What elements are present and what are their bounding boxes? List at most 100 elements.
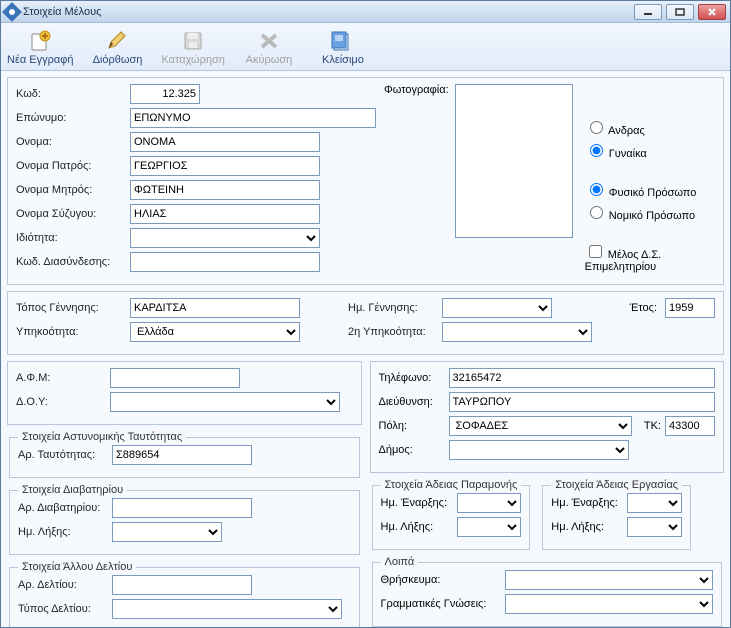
id-fieldset: Στοιχεία Αστυνομικής Ταυτότητας Αρ. Ταυτ… xyxy=(9,431,360,478)
misc-legend: Λοιπά xyxy=(381,556,419,568)
identity-panel: Κωδ: Επώνυμο: Ονομα: Ονομα Πατρός: Ονομα… xyxy=(7,77,724,285)
code-label: Κωδ: xyxy=(16,88,126,100)
address-label: Διεύθυνση: xyxy=(379,396,445,408)
edit-button[interactable]: Διόρθωση xyxy=(87,29,147,68)
city-select[interactable]: ΣΟΦΑΔΕΣ xyxy=(449,416,632,436)
new-record-label: Νέα Εγγραφή xyxy=(7,54,73,66)
photo-label: Φωτογραφία: xyxy=(384,84,449,276)
res-end-select[interactable] xyxy=(457,517,522,537)
minimize-icon xyxy=(643,8,653,16)
minimize-button[interactable] xyxy=(634,4,662,20)
window-buttons xyxy=(634,4,726,20)
contact-panel: Τηλέφωνο: Διεύθυνση: Πόλη: ΣΟΦΑΔΕΣ ΤΚ: xyxy=(370,361,725,473)
work-end-select[interactable] xyxy=(627,517,682,537)
mother-name-label: Ονομα Μητρός: xyxy=(16,184,126,196)
residence-legend: Στοιχεία Άδειας Παραμονής xyxy=(381,479,522,491)
languages-label: Γραμματικές Γνώσεις: xyxy=(381,598,501,610)
cancel-label: Ακύρωση xyxy=(246,54,293,66)
doc-type-select[interactable] xyxy=(112,599,342,619)
toolbar: Νέα Εγγραφή Διόρθωση Καταχώρηση Ακύρωση … xyxy=(1,23,730,71)
spouse-name-field[interactable] xyxy=(130,204,320,224)
birth-place-field[interactable] xyxy=(130,298,300,318)
link-code-label: Κωδ. Διασύνδεσης: xyxy=(16,256,126,268)
work-start-select[interactable] xyxy=(627,493,682,513)
work-start-label: Ημ. Έναρξης: xyxy=(551,497,623,509)
save-icon xyxy=(180,29,206,53)
misc-fieldset: Λοιπά Θρήσκευμα: Γραμματικές Γνώσεις: xyxy=(372,556,723,627)
birth-date-select[interactable] xyxy=(442,298,552,318)
afm-panel: Α.Φ.Μ: Δ.Ο.Υ: xyxy=(7,361,362,425)
doc-number-field[interactable] xyxy=(112,575,252,595)
passport-expiry-label: Ημ. Λήξης: xyxy=(18,526,108,538)
surname-field[interactable] xyxy=(130,108,376,128)
religion-label: Θρήσκευμα: xyxy=(381,574,501,586)
doy-label: Δ.Ο.Υ: xyxy=(16,396,106,408)
close-window-button[interactable] xyxy=(698,4,726,20)
link-code-field[interactable] xyxy=(130,252,320,272)
year-label: Έτος: xyxy=(630,302,657,314)
id-number-field[interactable] xyxy=(112,445,252,465)
birth-panel: Τόπος Γέννησης: Ημ. Γέννησης: Έτος: Υπηκ… xyxy=(7,291,724,355)
nationality2-label: 2η Υπηκοότητα: xyxy=(348,326,438,338)
code-field[interactable] xyxy=(130,84,200,104)
capacity-select[interactable] xyxy=(130,228,320,248)
app-icon xyxy=(2,2,22,22)
nationality2-select[interactable] xyxy=(442,322,592,342)
other-doc-legend: Στοιχεία Άλλου Δελτίου xyxy=(18,561,136,573)
new-record-button[interactable]: Νέα Εγγραφή xyxy=(7,29,73,68)
postcode-label: ΤΚ: xyxy=(644,420,661,432)
passport-number-field[interactable] xyxy=(112,498,252,518)
gender-male-radio[interactable]: Ανδρας xyxy=(585,118,715,137)
address-field[interactable] xyxy=(449,392,716,412)
work-fieldset: Στοιχεία Άδειας Εργασίας Ημ. Έναρξης: Ημ… xyxy=(542,479,691,550)
maximize-button[interactable] xyxy=(666,4,694,20)
work-legend: Στοιχεία Άδειας Εργασίας xyxy=(551,479,682,491)
legal-person-radio[interactable]: Νομικό Πρόσωπο xyxy=(585,203,715,222)
doy-select[interactable] xyxy=(110,392,340,412)
religion-select[interactable] xyxy=(505,570,714,590)
passport-fieldset: Στοιχεία Διαβατηρίου Αρ. Διαβατηρίου: Ημ… xyxy=(9,484,360,555)
name-field[interactable] xyxy=(130,132,320,152)
work-end-label: Ημ. Λήξης: xyxy=(551,521,623,533)
cancel-button: Ακύρωση xyxy=(239,29,299,68)
passport-expiry-select[interactable] xyxy=(112,522,222,542)
maximize-icon xyxy=(675,8,685,16)
birth-place-label: Τόπος Γέννησης: xyxy=(16,302,126,314)
chamber-member-checkbox[interactable]: Μέλος Δ.Σ. Επιμελητηρίου xyxy=(585,242,715,273)
languages-select[interactable] xyxy=(505,594,714,614)
afm-field[interactable] xyxy=(110,368,240,388)
edit-label: Διόρθωση xyxy=(93,54,143,66)
father-name-field[interactable] xyxy=(130,156,320,176)
birth-year-field[interactable] xyxy=(665,298,715,318)
edit-icon xyxy=(104,29,130,53)
mother-name-field[interactable] xyxy=(130,180,320,200)
phone-label: Τηλέφωνο: xyxy=(379,372,445,384)
save-button: Καταχώρηση xyxy=(161,29,224,68)
close-button[interactable]: Κλείσιμο xyxy=(313,29,373,68)
natural-person-radio[interactable]: Φυσικό Πρόσωπο xyxy=(585,180,715,199)
doc-type-label: Τύπος Δελτίου: xyxy=(18,603,108,615)
phone-field[interactable] xyxy=(449,368,716,388)
afm-label: Α.Φ.Μ: xyxy=(16,372,106,384)
res-end-label: Ημ. Λήξης: xyxy=(381,521,453,533)
name-label: Ονομα: xyxy=(16,136,126,148)
birth-date-label: Ημ. Γέννησης: xyxy=(348,302,438,314)
window-title: Στοιχεία Μέλους xyxy=(23,6,634,18)
doc-number-label: Αρ. Δελτίου: xyxy=(18,579,108,591)
new-record-icon xyxy=(27,29,53,53)
city-label: Πόλη: xyxy=(379,420,445,432)
postcode-field[interactable] xyxy=(665,416,715,436)
close-icon xyxy=(707,8,717,16)
municipality-select[interactable] xyxy=(449,440,629,460)
surname-label: Επώνυμο: xyxy=(16,112,126,124)
res-start-label: Ημ. Έναρξης: xyxy=(381,497,453,509)
cancel-icon xyxy=(256,29,282,53)
close-label: Κλείσιμο xyxy=(322,54,364,66)
nationality-select[interactable]: Ελλάδα xyxy=(130,322,300,342)
photo-box[interactable] xyxy=(455,84,573,238)
residence-fieldset: Στοιχεία Άδειας Παραμονής Ημ. Έναρξης: Η… xyxy=(372,479,531,550)
member-window: Στοιχεία Μέλους Νέα Εγγραφή Διόρθωση xyxy=(0,0,731,628)
father-name-label: Ονομα Πατρός: xyxy=(16,160,126,172)
gender-female-radio[interactable]: Γυναίκα xyxy=(585,141,715,160)
res-start-select[interactable] xyxy=(457,493,522,513)
